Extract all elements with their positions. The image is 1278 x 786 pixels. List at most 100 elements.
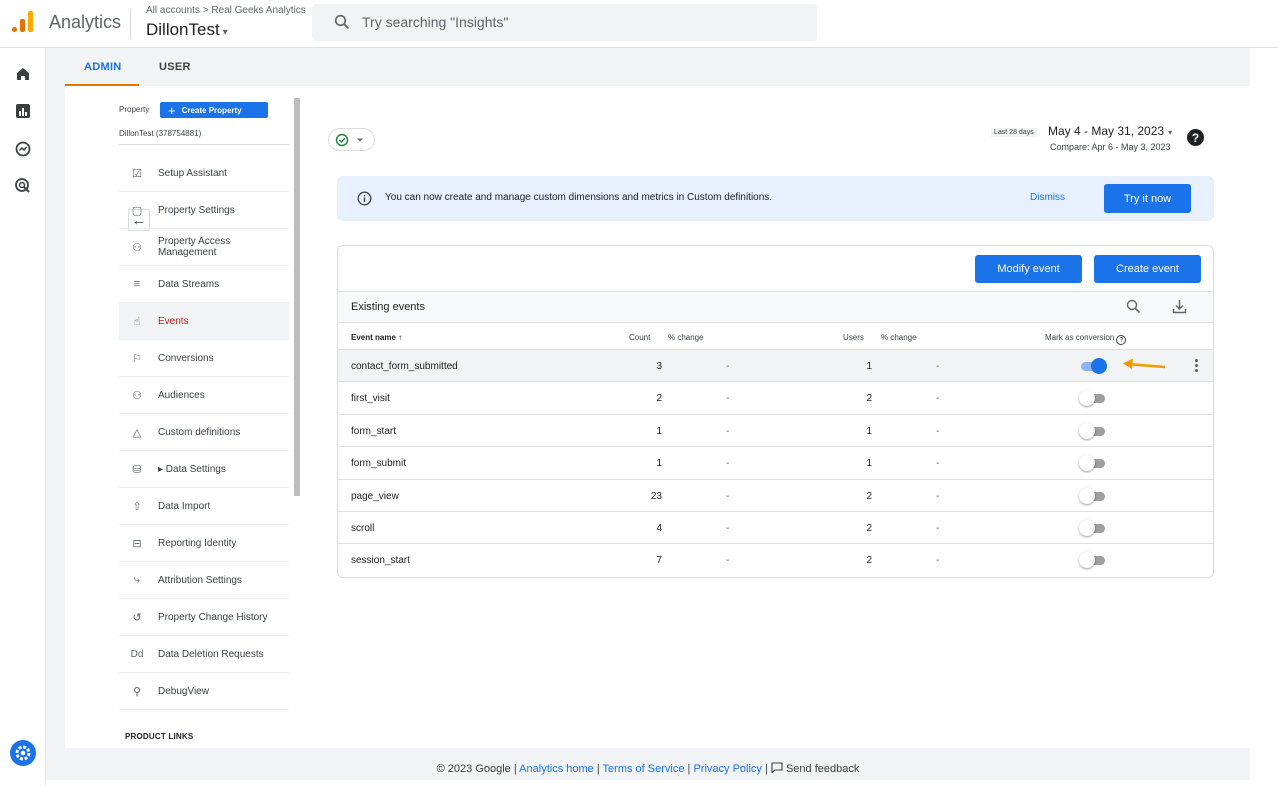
toggle-knob (1091, 358, 1107, 374)
nav-item-change-history[interactable]: ↺ Property Change History (119, 599, 289, 636)
dismiss-button[interactable]: Dismiss (1030, 192, 1065, 203)
send-feedback-link[interactable]: Send feedback (771, 762, 859, 775)
column-header-event-name[interactable]: Event name ↑ (351, 333, 402, 342)
event-name[interactable]: session_start (351, 555, 410, 566)
chevron-down-icon: ▾ (222, 27, 228, 38)
table-row[interactable]: scroll 4 - 2 - (338, 512, 1213, 545)
conversion-toggle[interactable] (1079, 422, 1107, 439)
header-divider (130, 9, 131, 39)
nav-item-events[interactable]: ☝ Events (119, 303, 289, 340)
nav-item-data-streams[interactable]: ≡ Data Streams (119, 266, 289, 303)
copyright: © 2023 Google | (436, 763, 517, 775)
home-icon[interactable] (13, 64, 33, 84)
deletion-icon: Dd (130, 648, 144, 660)
event-users: 2 (866, 393, 872, 405)
banner-message: You can now create and manage custom dim… (385, 192, 773, 203)
database-icon: ⛁ (132, 463, 142, 476)
events-table-body: contact_form_submitted 3 - 1 - first_vis… (338, 350, 1213, 577)
nav-item-data-deletion[interactable]: Dd Data Deletion Requests (119, 636, 289, 673)
privacy-link[interactable]: Privacy Policy (693, 763, 761, 775)
nav-scrollbar[interactable] (294, 98, 300, 496)
conversion-toggle[interactable] (1079, 390, 1107, 407)
conversion-toggle[interactable] (1079, 358, 1107, 374)
conversion-toggle[interactable] (1079, 552, 1107, 569)
nav-item-attribution-settings[interactable]: ⤷ Attribution Settings (119, 562, 289, 599)
nav-item-property-access[interactable]: ⚇ Property Access Management (119, 229, 289, 266)
column-header-users[interactable]: Users (843, 333, 864, 342)
create-event-button[interactable]: Create event (1094, 255, 1201, 283)
toggle-knob (1079, 422, 1095, 439)
terms-link[interactable]: Terms of Service (603, 763, 685, 775)
modify-event-button[interactable]: Modify event (975, 255, 1082, 283)
try-it-now-button[interactable]: Try it now (1104, 184, 1191, 213)
upload-icon: ⇧ (132, 500, 142, 513)
date-range-picker[interactable]: May 4 - May 31, 2023 ▾ (1048, 124, 1172, 138)
nav-item-data-settings[interactable]: ⛁ ▸ Data Settings (119, 451, 289, 488)
create-property-button[interactable]: + Create Property (160, 102, 268, 118)
explore-icon[interactable] (13, 139, 33, 159)
table-row[interactable]: first_visit 2 - 2 - (338, 382, 1213, 415)
advertising-icon[interactable] (13, 176, 33, 196)
event-name[interactable]: first_visit (351, 393, 390, 404)
nav-item-data-import[interactable]: ⇧ Data Import (119, 488, 289, 525)
table-row[interactable]: contact_form_submitted 3 - 1 - (338, 350, 1213, 383)
search-icon[interactable] (1126, 299, 1141, 314)
date-range-label: Last 28 days (991, 128, 1037, 137)
nav-item-property-settings[interactable]: ▢ Property Settings (119, 192, 289, 229)
download-icon[interactable] (1171, 298, 1188, 315)
nav-item-conversions[interactable]: ⚐ Conversions (119, 340, 289, 377)
nav-item-debugview[interactable]: ⚲ DebugView (119, 673, 289, 710)
search-bar[interactable] (312, 4, 817, 41)
audience-icon: ⚇ (132, 389, 142, 402)
event-count-change: - (726, 555, 730, 567)
event-users-change: - (936, 555, 940, 567)
date-compare: Compare: Apr 6 - May 3, 2023 (1050, 142, 1171, 152)
conversion-toggle[interactable] (1079, 455, 1107, 472)
column-header-count[interactable]: Count (629, 333, 650, 342)
events-card: Modify event Create event Existing event… (337, 245, 1214, 578)
search-input[interactable] (362, 12, 782, 32)
event-name[interactable]: scroll (351, 523, 374, 534)
chevron-down-icon (357, 138, 363, 141)
conversion-toggle[interactable] (1079, 487, 1107, 504)
table-row[interactable]: form_submit 1 - 1 - (338, 447, 1213, 480)
event-count-change: - (726, 490, 730, 502)
property-nav: ☑ Setup Assistant ▢ Property Settings ⚇ … (119, 155, 289, 710)
admin-panel: ADMIN USER Property + Create Property Di… (46, 48, 1250, 748)
help-circle-icon[interactable]: ? (1116, 335, 1127, 345)
existing-events-header: Existing events (338, 292, 1213, 323)
breadcrumb[interactable]: All accounts > Real Geeks Analytics (146, 5, 306, 16)
left-gutter (46, 86, 65, 748)
table-row[interactable]: session_start 7 - 2 - (338, 544, 1213, 576)
admin-gear-button[interactable] (10, 740, 36, 766)
chevron-down-icon: ▾ (1168, 128, 1173, 137)
conversion-toggle[interactable] (1079, 519, 1107, 536)
nav-item-label: Property Change History (158, 611, 268, 623)
table-row[interactable]: form_start 1 - 1 - (338, 415, 1213, 448)
analytics-logo-icon[interactable] (10, 10, 36, 34)
account-name: DillonTest (146, 20, 220, 39)
event-name[interactable]: form_start (351, 426, 396, 437)
nav-item-setup-assistant[interactable]: ☑ Setup Assistant (119, 155, 289, 192)
account-selector[interactable]: DillonTest ▾ (146, 20, 228, 40)
right-margin (1250, 48, 1278, 786)
table-row[interactable]: page_view 23 - 2 - (338, 480, 1213, 512)
event-name[interactable]: page_view (351, 491, 399, 502)
property-underline (119, 144, 289, 145)
tab-admin[interactable]: ADMIN (84, 61, 122, 73)
nav-item-reporting-identity[interactable]: ⊟ Reporting Identity (119, 525, 289, 562)
nav-item-audiences[interactable]: ⚇ Audiences (119, 377, 289, 414)
tab-user[interactable]: USER (159, 61, 191, 73)
property-selector[interactable]: DillonTest (378754881) (119, 129, 201, 138)
help-icon[interactable]: ? (1187, 129, 1204, 146)
event-users: 1 (866, 458, 872, 470)
event-name[interactable]: contact_form_submitted (351, 361, 458, 372)
nav-item-label: ▸ Data Settings (158, 463, 226, 475)
nav-item-custom-definitions[interactable]: △ Custom definitions (119, 414, 289, 451)
comparison-filter-chip[interactable] (328, 128, 375, 151)
event-name[interactable]: form_submit (351, 458, 406, 469)
analytics-home-link[interactable]: Analytics home (519, 763, 594, 775)
event-users: 1 (866, 361, 872, 372)
reports-icon[interactable] (13, 101, 33, 121)
more-options-icon[interactable] (1193, 358, 1199, 374)
